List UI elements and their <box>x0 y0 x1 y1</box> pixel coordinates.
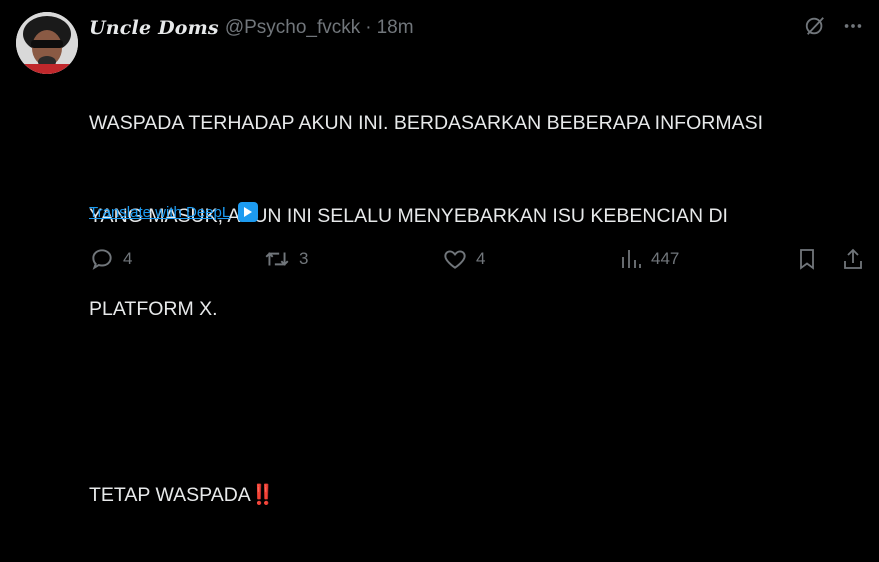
views-count: 447 <box>651 249 680 268</box>
user-handle[interactable]: @Psycho_fvckk <box>225 17 360 39</box>
reply-count: 4 <box>123 249 133 268</box>
deepl-icon <box>238 202 259 222</box>
display-name[interactable]: Uncle Doms <box>89 17 219 39</box>
views-button[interactable]: 447 <box>619 246 679 272</box>
tweet-text-line: WASPADA TERHADAP AKUN INI. BERDASARKAN B… <box>89 112 764 134</box>
top-actions <box>803 14 865 38</box>
repost-count: 3 <box>299 249 309 268</box>
more-icon[interactable] <box>841 14 865 38</box>
tweet[interactable]: Uncle Doms @Psycho_fvckk · 18m WASPADA T… <box>0 0 879 506</box>
translate-row[interactable]: Translate with DeepL <box>89 202 259 222</box>
share-button[interactable] <box>841 246 865 272</box>
views-icon <box>622 250 641 268</box>
translate-link[interactable]: Translate with DeepL <box>89 204 230 221</box>
tweet-text: WASPADA TERHADAP AKUN INI. BERDASARKAN B… <box>89 46 864 562</box>
separator-dot: · <box>365 17 372 38</box>
double-exclamation-emoji: ‼️ <box>250 484 275 506</box>
like-count: 4 <box>476 249 486 268</box>
timestamp[interactable]: 18m <box>377 17 414 39</box>
repost-button[interactable]: 3 <box>263 246 308 272</box>
repost-icon <box>265 252 289 266</box>
avatar-image <box>16 12 78 74</box>
tweet-text-last-line: TETAP WASPADA‼️ <box>89 480 864 511</box>
grok-icon[interactable] <box>803 14 827 38</box>
like-button[interactable]: 4 <box>442 246 485 272</box>
tweet-text-line: PLATFORM X. <box>89 298 218 320</box>
tweet-header: Uncle Doms @Psycho_fvckk · 18m <box>89 15 414 41</box>
bookmark-icon <box>800 249 814 270</box>
bookmark-button[interactable] <box>795 246 819 272</box>
reply-icon <box>92 249 112 270</box>
heart-icon <box>444 250 466 269</box>
tweet-text-line: TETAP WASPADA <box>89 484 251 506</box>
reply-button[interactable]: 4 <box>89 246 132 272</box>
action-bar: 4 3 4 447 <box>89 246 869 276</box>
tweet-text-line <box>89 387 864 418</box>
avatar[interactable] <box>16 12 78 74</box>
share-icon <box>844 248 862 269</box>
